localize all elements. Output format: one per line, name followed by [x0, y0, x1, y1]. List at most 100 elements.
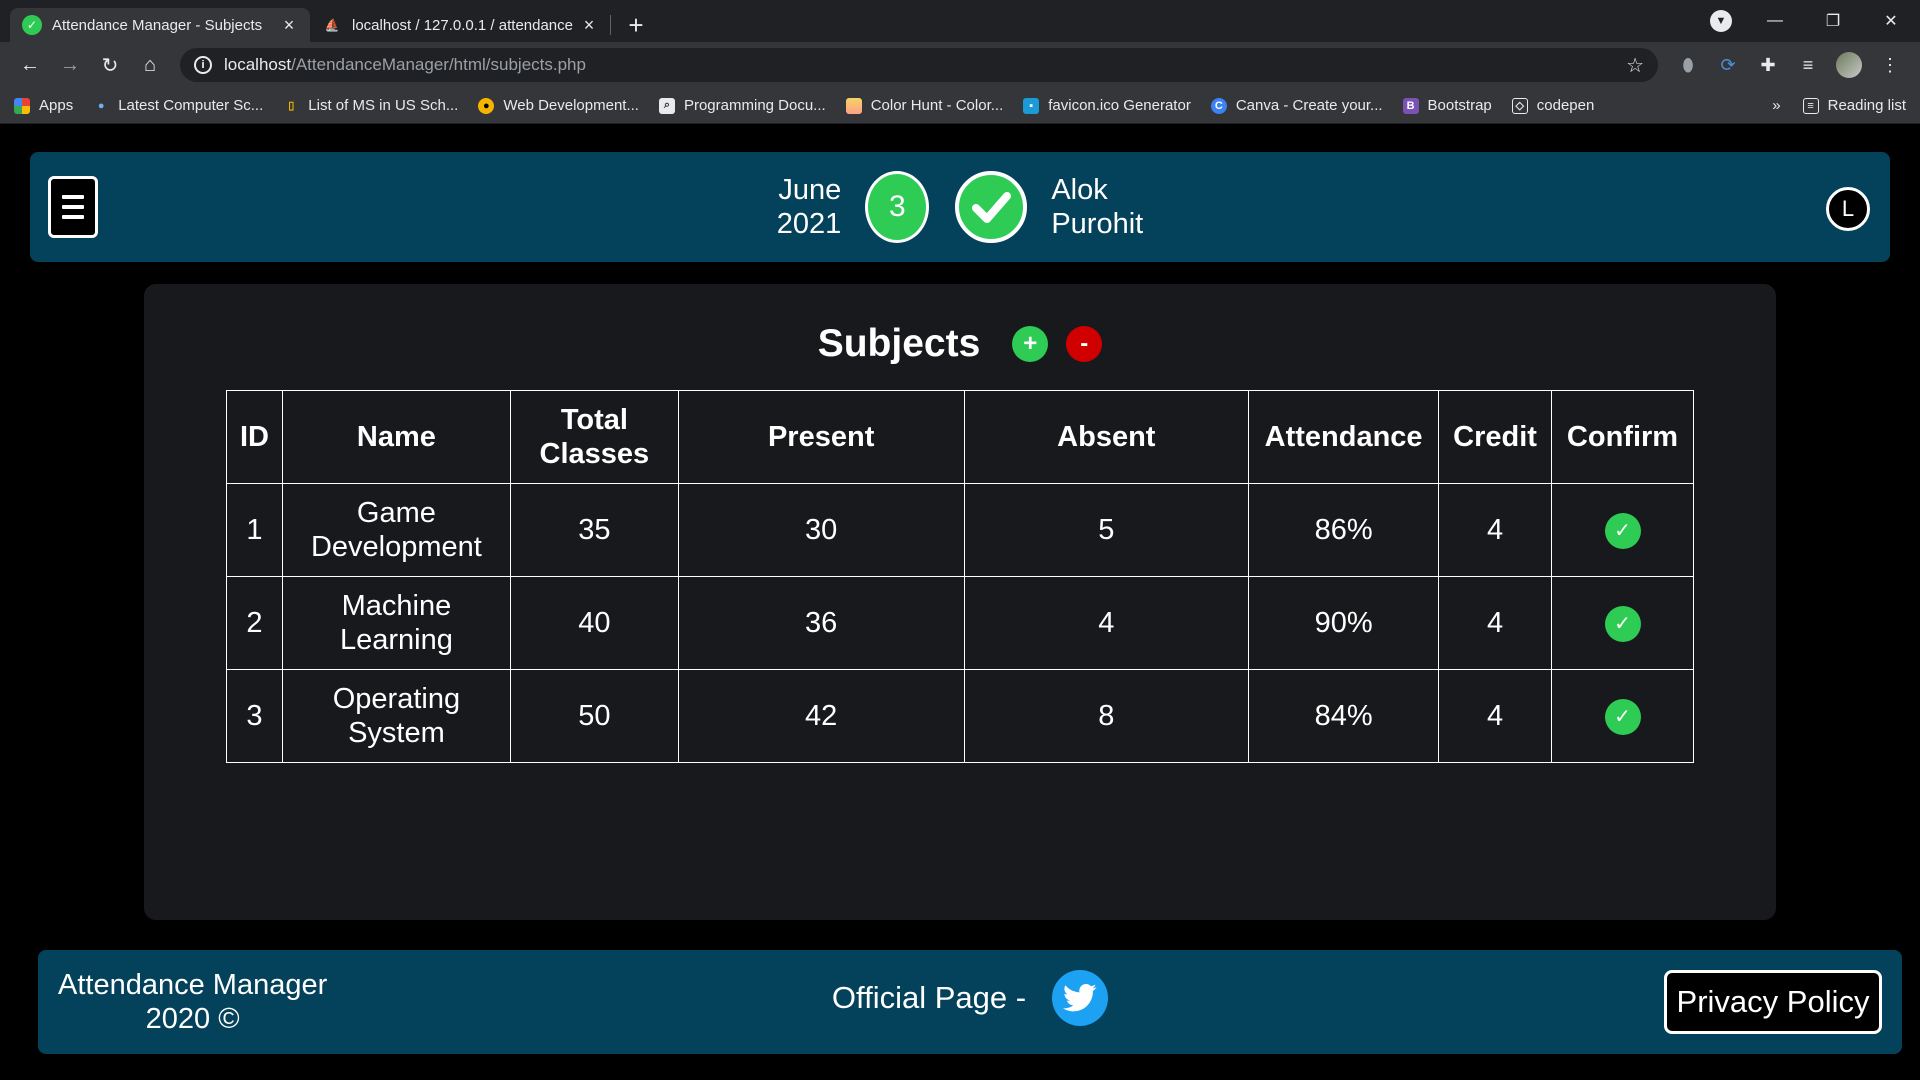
page-body: June 2021 3 Alok Purohit L Subjects + -: [0, 124, 1920, 1080]
cell-present: 36: [677, 576, 965, 670]
browser-menu-icon[interactable]: ⋮: [1870, 55, 1910, 76]
docs-icon: ⌕: [658, 97, 675, 114]
bookmark-star-icon[interactable]: ☆: [1626, 53, 1644, 78]
column-header-name: Name: [281, 390, 511, 484]
cell-id: 3: [226, 669, 283, 763]
extensions-puzzle-icon[interactable]: ✚: [1748, 55, 1788, 76]
confirm-check-icon[interactable]: ✓: [1604, 699, 1641, 735]
page-title: Subjects: [817, 322, 981, 365]
tab-title: Attendance Manager - Subjects: [52, 16, 263, 34]
bookmarks-bar: Apps ● Latest Computer Sc... ▯ List of M…: [0, 88, 1920, 124]
cell-confirm: ✓: [1551, 669, 1694, 763]
bookmark-favicon-generator[interactable]: ▪ favicon.ico Generator: [1023, 97, 1191, 114]
column-header-absent: Absent: [963, 390, 1250, 484]
more-bookmarks-button[interactable]: »: [1772, 97, 1780, 114]
cell-id: 1: [226, 483, 283, 577]
table-row: 2 Machine Learning 40 36 4 90% 4 ✓: [226, 576, 1694, 670]
day-badge: 3: [865, 171, 930, 243]
url-path: /AttendanceManager/html/subjects.php: [291, 55, 586, 74]
cell-absent: 5: [963, 483, 1250, 577]
cell-attendance: 86%: [1248, 483, 1440, 577]
check-favicon-icon: ✓: [22, 15, 42, 35]
reading-list-icon: ≡: [1802, 97, 1819, 114]
bookmark-ms-us[interactable]: ▯ List of MS in US Sch...: [283, 97, 458, 114]
cell-present: 30: [677, 483, 965, 577]
cell-attendance: 84%: [1248, 669, 1440, 763]
bootstrap-icon: B: [1402, 97, 1419, 114]
apps-grid-icon: [14, 97, 30, 114]
confirm-check-icon[interactable]: ✓: [1604, 606, 1641, 642]
browser-toolbar: ← → ↻ ⌂ i localhost/AttendanceManager/ht…: [0, 42, 1920, 88]
bookmark-codepen[interactable]: ◇ codepen: [1511, 97, 1594, 114]
bookmark-bootstrap[interactable]: B Bootstrap: [1402, 97, 1492, 114]
user-name: Alok Purohit: [1051, 173, 1143, 241]
cell-confirm: ✓: [1551, 483, 1694, 577]
official-page-label: Official Page -: [831, 980, 1027, 1015]
month-label: June: [778, 174, 842, 206]
bookmark-color-hunt[interactable]: Color Hunt - Color...: [845, 97, 1003, 114]
subjects-header: Subjects + -: [144, 322, 1776, 366]
cell-total: 35: [509, 483, 679, 577]
colorhunt-icon: [845, 97, 862, 114]
new-tab-button[interactable]: +: [619, 8, 653, 42]
extension-icon[interactable]: ⬮: [1668, 55, 1708, 76]
close-tab-icon[interactable]: ×: [280, 15, 298, 36]
bookmark-canva[interactable]: C Canva - Create your...: [1210, 97, 1383, 114]
top-header: June 2021 3 Alok Purohit L: [30, 152, 1890, 262]
privacy-policy-button[interactable]: Privacy Policy: [1664, 970, 1882, 1034]
column-header-attendance: Attendance: [1248, 390, 1440, 484]
favicon-icon: ▪: [1023, 97, 1040, 114]
address-bar[interactable]: i localhost/AttendanceManager/html/subje…: [180, 48, 1658, 82]
bookmark-programming-docs[interactable]: ⌕ Programming Docu...: [658, 97, 826, 114]
browser-tab-active[interactable]: ✓ Attendance Manager - Subjects ×: [10, 8, 310, 42]
bookmark-apps[interactable]: Apps: [14, 97, 73, 114]
tab-title: localhost / 127.0.0.1 / attendance: [352, 16, 573, 34]
profile-avatar[interactable]: [1836, 52, 1862, 78]
twitter-icon[interactable]: [1052, 970, 1109, 1026]
minimize-icon[interactable]: —: [1746, 12, 1804, 30]
browser-tab-strip: ✓ Attendance Manager - Subjects × ⛵ loca…: [0, 0, 1920, 42]
site-info-icon[interactable]: i: [194, 56, 212, 74]
cell-attendance: 90%: [1248, 576, 1440, 670]
cell-total: 40: [509, 576, 679, 670]
cell-total: 50: [509, 669, 679, 763]
confirm-check-icon[interactable]: ✓: [1604, 513, 1641, 549]
column-header-confirm: Confirm: [1551, 390, 1694, 484]
logout-button[interactable]: L: [1826, 187, 1870, 231]
cell-name: Game Development: [281, 483, 511, 577]
subjects-table: ID Name Total Classes Present Absent Att…: [226, 390, 1694, 763]
table-header-row: ID Name Total Classes Present Absent Att…: [226, 390, 1694, 484]
home-icon[interactable]: ⌂: [130, 54, 170, 77]
table-row: 3 Operating System 50 42 8 84% 4 ✓: [226, 669, 1694, 763]
browser-tab[interactable]: ⛵ localhost / 127.0.0.1 / attendance ×: [310, 8, 610, 42]
cell-id: 2: [226, 576, 283, 670]
user-last-name: Purohit: [1051, 208, 1144, 240]
date-label: June 2021: [777, 173, 842, 241]
media-control-icon[interactable]: ≡: [1788, 55, 1828, 76]
add-subject-button[interactable]: +: [1012, 326, 1049, 362]
date-user-block: June 2021 3 Alok Purohit: [30, 152, 1890, 262]
reload-icon[interactable]: ↻: [90, 53, 130, 78]
tab-search-icon[interactable]: ▼: [1710, 10, 1732, 32]
reading-list-button[interactable]: ≡ Reading list: [1802, 97, 1906, 114]
close-window-icon[interactable]: ✕: [1862, 11, 1920, 31]
subjects-card: Subjects + - ID Name Total Classes Prese…: [144, 284, 1776, 920]
bookmark-web-dev[interactable]: ● Web Development...: [478, 97, 639, 114]
extension-2-icon[interactable]: ⟳: [1708, 55, 1748, 76]
cell-credit: 4: [1438, 483, 1553, 577]
cell-credit: 4: [1438, 669, 1553, 763]
cell-name: Operating System: [281, 669, 511, 763]
restore-icon[interactable]: ❐: [1804, 11, 1862, 31]
cell-absent: 8: [963, 669, 1250, 763]
year-label: 2021: [776, 208, 842, 240]
back-icon[interactable]: ←: [10, 54, 50, 77]
bookmark-icon: ▯: [288, 100, 295, 112]
bookmark-latest-cs[interactable]: ● Latest Computer Sc...: [93, 97, 263, 114]
close-tab-icon[interactable]: ×: [580, 15, 598, 36]
column-header-id: ID: [226, 390, 283, 484]
web-icon: ●: [478, 97, 495, 114]
phpmyadmin-favicon-icon: ⛵: [324, 18, 340, 32]
remove-subject-button[interactable]: -: [1066, 326, 1103, 362]
cell-confirm: ✓: [1551, 576, 1694, 670]
forward-icon[interactable]: →: [50, 54, 90, 77]
